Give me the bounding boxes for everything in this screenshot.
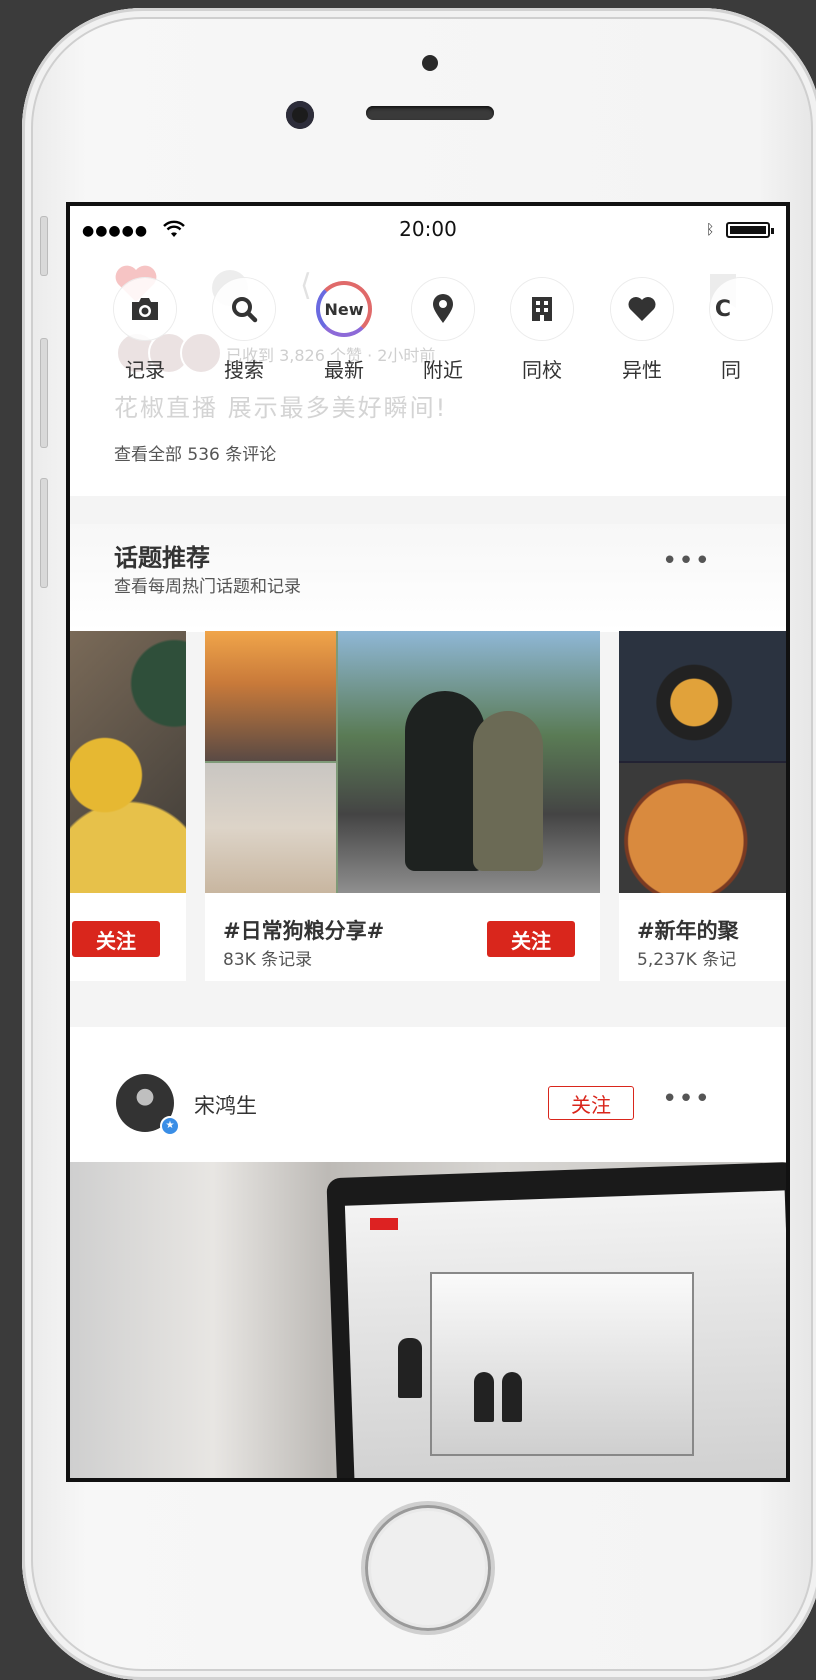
volume-down-button xyxy=(40,478,48,588)
topic-card-tag: #新年的聚 xyxy=(637,919,739,943)
proximity-sensor xyxy=(422,55,438,71)
topic-card[interactable]: 关注 xyxy=(70,631,186,981)
location-pin-icon xyxy=(433,294,453,323)
post-username[interactable]: 宋鸿生 xyxy=(194,1090,257,1120)
front-camera xyxy=(286,101,314,129)
shortcut-nearby[interactable]: 附近 xyxy=(403,278,483,383)
new-badge-icon: New xyxy=(316,281,372,337)
shortcut-latest[interactable]: New 最新 xyxy=(304,278,384,383)
follow-user-button[interactable]: 关注 xyxy=(548,1086,634,1120)
section-divider xyxy=(70,981,786,1027)
shortcut-bar: 记录 搜索 New 最新 附近 同校 异性 C 同 xyxy=(70,278,786,390)
post-more-icon[interactable]: ••• xyxy=(662,1084,711,1114)
topic-section-title: 话题推荐 xyxy=(114,544,210,572)
section-divider xyxy=(70,496,786,524)
topic-card-count: 83K 条记录 xyxy=(223,950,313,970)
follow-button[interactable]: 关注 xyxy=(72,921,160,957)
home-button[interactable] xyxy=(365,1505,491,1631)
topic-card-photo xyxy=(70,631,186,893)
search-icon xyxy=(232,297,258,323)
topic-card-tag: #日常狗粮分享# xyxy=(223,919,385,943)
status-time: 20:00 xyxy=(399,217,457,241)
post-caption: 花椒直播 展示最多美好瞬间! xyxy=(114,394,448,422)
silent-switch xyxy=(40,216,48,276)
shortcut-partial[interactable]: C 同 xyxy=(701,278,781,383)
building-icon xyxy=(532,297,552,321)
shortcut-record[interactable]: 记录 xyxy=(105,278,185,383)
bluetooth-icon: ᛒ xyxy=(706,222,715,238)
verified-badge-icon: ★ xyxy=(160,1116,180,1136)
volume-up-button xyxy=(40,338,48,448)
shortcut-same-school[interactable]: 同校 xyxy=(502,278,582,383)
topic-card[interactable]: #新年的聚 5,237K 条记 xyxy=(619,631,786,981)
topic-more-icon[interactable]: ••• xyxy=(662,546,711,576)
follow-button[interactable]: 关注 xyxy=(487,921,575,957)
view-all-comments-link[interactable]: 查看全部 536 条评论 xyxy=(114,440,276,465)
topic-card-count: 5,237K 条记 xyxy=(637,950,737,970)
topic-section-subtitle: 查看每周热门话题和记录 xyxy=(114,577,301,597)
status-bar: ●●●●● 20:00 ᛒ xyxy=(70,206,786,250)
shortcut-search[interactable]: 搜索 xyxy=(204,278,284,383)
circle-icon: C xyxy=(714,296,732,322)
battery-icon xyxy=(726,222,774,238)
post-image[interactable] xyxy=(70,1162,786,1478)
shortcut-opposite-sex[interactable]: 异性 xyxy=(602,278,682,383)
topic-card-photo xyxy=(205,631,600,893)
topic-card-photo xyxy=(619,631,786,893)
camera-icon xyxy=(132,298,158,320)
earpiece-speaker xyxy=(366,106,494,120)
heart-icon xyxy=(628,297,656,321)
topic-card[interactable]: #日常狗粮分享# 83K 条记录 关注 xyxy=(205,631,600,981)
app-screen: ●●●●● 20:00 ᛒ ⟨ 已收到 3,826 个赞 · 2小时前 花椒直播… xyxy=(66,202,790,1482)
